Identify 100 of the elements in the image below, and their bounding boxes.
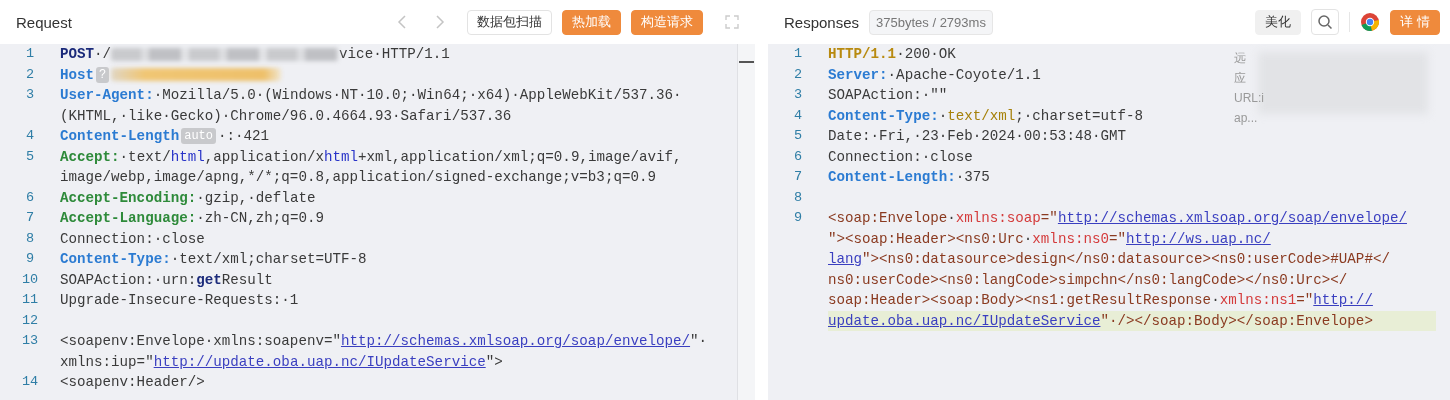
code-text: Content-Type: (828, 106, 939, 126)
expand-icon[interactable] (725, 15, 739, 29)
line-number: 5 (792, 127, 804, 145)
code-text: =" (1040, 209, 1058, 228)
toolbar-button[interactable]: 美化 (1254, 9, 1301, 35)
code-link[interactable]: lang (828, 249, 863, 270)
line-number: 2 (24, 65, 36, 84)
code-text: =" (1296, 291, 1314, 310)
code-text: Host (60, 65, 95, 85)
line-number: 6 (24, 188, 36, 207)
line-number: 7 (792, 168, 804, 186)
code-text: Result (221, 270, 273, 290)
line-number: 13 (20, 332, 40, 350)
code-text: "><soap:Header><ns0:Urc (828, 229, 1024, 249)
code-text: ·zh-CN,zh;q=0.9 (196, 209, 324, 228)
line-number: 3 (792, 86, 804, 104)
line-number: 1 (24, 45, 36, 63)
code-text: · (1023, 229, 1033, 249)
code-text: ·375 (955, 168, 990, 187)
panel-title: Request (16, 13, 72, 31)
browser-icon[interactable] (1359, 12, 1380, 32)
code-text: POST (60, 45, 95, 64)
code-text: ,application/x (204, 147, 324, 167)
line-number: 9 (792, 209, 804, 227)
code-text: Connection:·close (828, 147, 973, 167)
code-link[interactable]: http://schemas.xmlsoap.org/soap/envelope/ (340, 331, 691, 352)
back-icon[interactable] (397, 14, 407, 30)
code-text: image/webp,image/apng,*/*;q=0.8,application/signed-exchange;v=b3;q=0.9 (60, 168, 656, 187)
code-text: "><ns0:datasource>design</ns0:datasource><ns0:userCode>#UAP#</ (862, 250, 1390, 269)
code-text: ·Apache-Coyote/1.1 (887, 65, 1041, 85)
code-text: ·200·OK (896, 45, 956, 64)
code-text: get (196, 270, 222, 290)
code-text: "·/></soap:Body></soap:Envelope> (1100, 311, 1373, 331)
popup-text: URL:i (1234, 90, 1265, 107)
code-text: ns0:userCode><ns0:langCode>simpchn</ns0:langCode></ns0:Urc></ (828, 270, 1348, 290)
code-text: html (323, 147, 359, 167)
code-link[interactable]: update.oba.uap.nc/IUpdateService (828, 310, 1101, 331)
popup-text: 应 (1234, 70, 1247, 87)
code-text: Accept: (60, 147, 120, 167)
line-number: 5 (24, 147, 36, 166)
line-number: 8 (24, 229, 36, 248)
code-text: ·:·421 (218, 127, 270, 146)
code-text: Content-Length: (828, 168, 956, 187)
popup-text: ap... (1234, 110, 1259, 127)
code-link[interactable]: http:// (1313, 290, 1373, 311)
panel-title: Responses (784, 13, 860, 31)
code-text: ·/ (94, 45, 112, 64)
code-text: xmlns:iup=" (60, 352, 154, 372)
code-text: Upgrade-Insecure-Requests:·1 (60, 291, 299, 310)
code-text: User-Agent: (60, 86, 154, 105)
code-text: ·text/xml;charset=UTF-8 (170, 250, 367, 269)
code-text: Content-Length (60, 127, 180, 146)
code-link[interactable]: http://schemas.xmlsoap.org/soap/envelope/ (1057, 208, 1407, 229)
code-text: Content-Type: (60, 250, 171, 269)
line-number: 1 (792, 45, 804, 63)
forward-icon[interactable] (435, 14, 445, 30)
code-text: Accept-Language: (60, 209, 197, 228)
code-text: "> (485, 352, 503, 372)
code-text: ·gzip,·deflate (196, 188, 316, 208)
code-text: xmlns:soap (955, 209, 1041, 228)
code-text: "· (690, 332, 708, 351)
code-text: text/xml (947, 106, 1016, 126)
code-text: · (938, 106, 948, 126)
code-text: +xml,application/xml;q=0.9,image/avif, (358, 147, 682, 167)
code-text: Date:·Fri,·23·Feb·2024·00:53:48·GMT (828, 127, 1126, 146)
popup-text: 远 (1234, 50, 1247, 67)
code-link[interactable]: http://ws.uap.nc/ (1126, 228, 1271, 249)
line-number: 11 (20, 291, 40, 309)
code-text: ;·charset=utf-8 (1015, 106, 1144, 126)
line-number: 10 (20, 270, 40, 289)
code-text: html (170, 147, 205, 167)
code-text: ·Mozilla/5.0·(Windows·NT·10.0;·Win64;·x64)·AppleWebKit/537.36· (153, 86, 682, 105)
search-icon (1316, 14, 1333, 30)
scrollbar[interactable] (737, 44, 755, 400)
code-text: (KHTML,·like·Gecko)·Chrome/96.0.4664.93·Safari/537.36 (60, 106, 512, 126)
tag-label: ? (96, 66, 110, 83)
code-text: SOAPAction:·"" (828, 86, 948, 105)
code-text: SOAPAction:·urn: (60, 270, 197, 290)
search-button[interactable] (1310, 9, 1339, 35)
code-text: ·text/ (119, 147, 171, 167)
code-text: xmlns:ns0 (1032, 229, 1109, 249)
toolbar-button[interactable]: 数据包扫描 (467, 9, 552, 35)
response-stats: 375bytes / 2793ms (869, 9, 993, 35)
code-text: · (947, 209, 956, 228)
line-number: 14 (20, 373, 40, 391)
line-number: 9 (24, 250, 36, 268)
line-number: 4 (792, 106, 804, 125)
code-text: =" (1108, 229, 1126, 249)
line-number: 6 (792, 147, 804, 166)
code-text: Accept-Encoding: (60, 188, 197, 208)
code-text: · (1211, 291, 1220, 310)
code-link[interactable]: http://update.oba.uap.nc/IUpdateService (153, 351, 486, 372)
line-number: 8 (792, 188, 804, 207)
code-text: Server: (828, 65, 888, 85)
line-number: 2 (792, 65, 804, 84)
code-text: vice·HTTP/1.1 (339, 45, 450, 64)
code-text: <soapenv:Envelope·xmlns:soapenv=" (60, 332, 341, 351)
code-text: Connection:·close (60, 229, 205, 249)
line-number: 7 (24, 209, 36, 227)
code-text: <soap:Envelope (828, 209, 948, 228)
